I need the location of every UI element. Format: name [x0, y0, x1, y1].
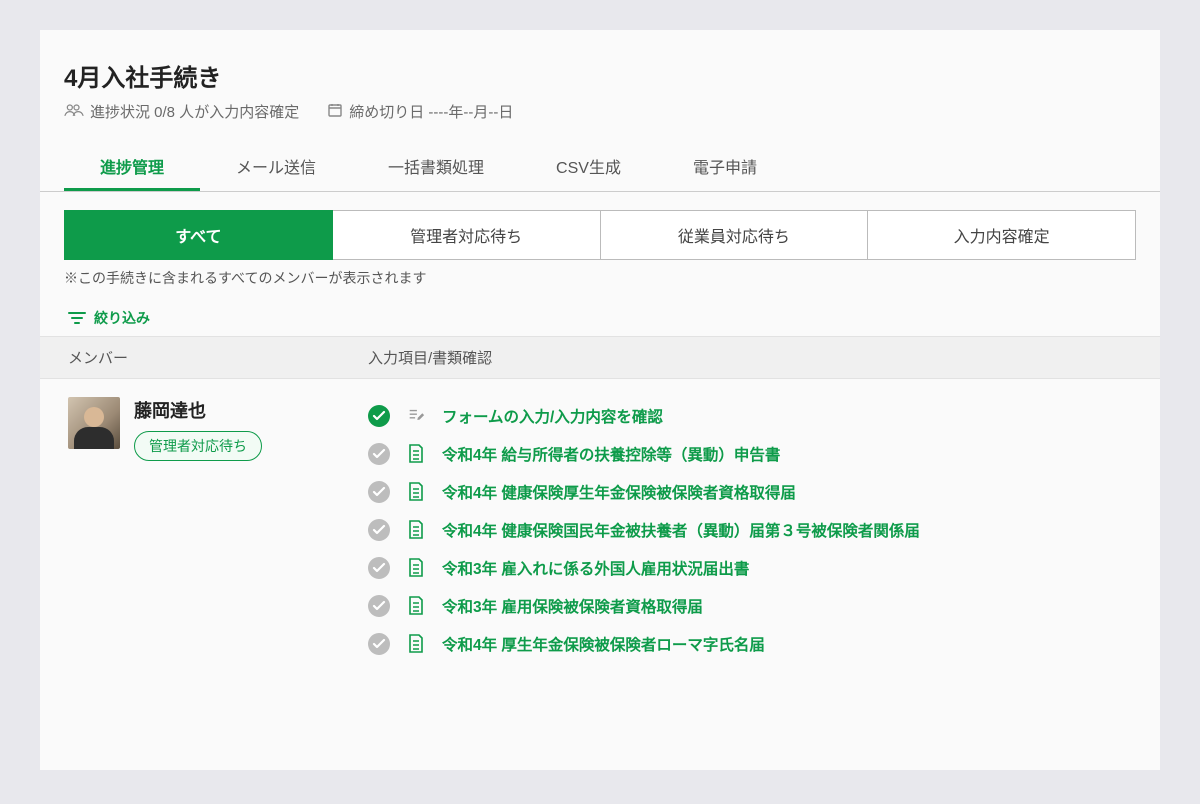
item-link[interactable]: 令和4年 健康保険厚生年金保険被保険者資格取得届 — [442, 481, 796, 503]
tab-batch[interactable]: 一括書類処理 — [352, 144, 520, 191]
item-link[interactable]: フォームの入力/入力内容を確認 — [442, 405, 663, 427]
document-icon — [406, 444, 426, 464]
document-icon — [406, 634, 426, 654]
member-cell: 藤岡達也 管理者対応待ち — [68, 397, 368, 663]
item-link[interactable]: 令和4年 厚生年金保険被保険者ローマ字氏名届 — [442, 633, 765, 655]
check-complete-icon — [368, 405, 390, 427]
document-icon — [406, 558, 426, 578]
calendar-icon — [327, 102, 343, 122]
filter-employee-wait[interactable]: 従業員対応待ち — [601, 210, 869, 260]
table-header: メンバー 入力項目/書類確認 — [40, 336, 1160, 379]
item-link[interactable]: 令和3年 雇用保険被保険者資格取得届 — [442, 595, 703, 617]
check-pending-icon — [368, 633, 390, 655]
items-cell: フォームの入力/入力内容を確認 令和4年 給与所得者の扶養控除等（異動）申告書 — [368, 397, 1132, 663]
tab-mail[interactable]: メール送信 — [200, 144, 352, 191]
check-pending-icon — [368, 595, 390, 617]
check-pending-icon — [368, 443, 390, 465]
filter-all[interactable]: すべて — [64, 210, 333, 260]
document-icon — [406, 520, 426, 540]
list-item: 令和3年 雇用保険被保険者資格取得届 — [368, 587, 1132, 625]
document-icon — [406, 596, 426, 616]
filter-tabs: すべて 管理者対応待ち 従業員対応待ち 入力内容確定 — [40, 210, 1160, 260]
th-member: メンバー — [68, 347, 368, 368]
list-item: 令和3年 雇入れに係る外国人雇用状況届出書 — [368, 549, 1132, 587]
member-name: 藤岡達也 — [134, 397, 262, 423]
people-icon — [64, 103, 84, 121]
table-row: 藤岡達也 管理者対応待ち フォームの入力/入力内容を確認 — [40, 379, 1160, 703]
meta-row: 進捗状況 0/8 人が入力内容確定 締め切り日 ----年--月--日 — [64, 101, 1136, 122]
tab-progress[interactable]: 進捗管理 — [64, 144, 200, 191]
filter-confirmed[interactable]: 入力内容確定 — [868, 210, 1136, 260]
list-item: 令和4年 厚生年金保険被保険者ローマ字氏名届 — [368, 625, 1132, 663]
list-item: フォームの入力/入力内容を確認 — [368, 397, 1132, 435]
list-item: 令和4年 健康保険厚生年金保険被保険者資格取得届 — [368, 473, 1132, 511]
check-pending-icon — [368, 557, 390, 579]
form-edit-icon — [406, 406, 426, 426]
item-link[interactable]: 令和4年 給与所得者の扶養控除等（異動）申告書 — [442, 443, 780, 465]
check-pending-icon — [368, 519, 390, 541]
item-link[interactable]: 令和4年 健康保険国民年金被扶養者（異動）届第３号被保険者関係届 — [442, 519, 920, 541]
main-tabs: 進捗管理 メール送信 一括書類処理 CSV生成 電子申請 — [40, 144, 1160, 192]
filter-icon — [68, 311, 86, 325]
avatar — [68, 397, 120, 449]
deadline: 締め切り日 ----年--月--日 — [327, 101, 513, 122]
document-icon — [406, 482, 426, 502]
item-link[interactable]: 令和3年 雇入れに係る外国人雇用状況届出書 — [442, 557, 749, 579]
progress-status: 進捗状況 0/8 人が入力内容確定 — [64, 101, 299, 122]
list-item: 令和4年 給与所得者の扶養控除等（異動）申告書 — [368, 435, 1132, 473]
main-card: 4月入社手続き 進捗状況 0/8 人が入力内容確定 締め切り日 ----年-- — [40, 30, 1160, 770]
tab-csv[interactable]: CSV生成 — [520, 144, 657, 191]
refine-button[interactable]: 絞り込み — [40, 300, 1160, 336]
list-item: 令和4年 健康保険国民年金被扶養者（異動）届第３号被保険者関係届 — [368, 511, 1132, 549]
check-pending-icon — [368, 481, 390, 503]
tab-eapply[interactable]: 電子申請 — [657, 144, 793, 191]
th-items: 入力項目/書類確認 — [368, 347, 1132, 368]
filter-admin-wait[interactable]: 管理者対応待ち — [333, 210, 601, 260]
page-title: 4月入社手続き — [64, 58, 1136, 93]
status-badge: 管理者対応待ち — [134, 431, 262, 461]
filter-note: ※この手続きに含まれるすべてのメンバーが表示されます — [40, 266, 1160, 300]
page-header: 4月入社手続き 進捗状況 0/8 人が入力内容確定 締め切り日 ----年-- — [40, 58, 1160, 122]
